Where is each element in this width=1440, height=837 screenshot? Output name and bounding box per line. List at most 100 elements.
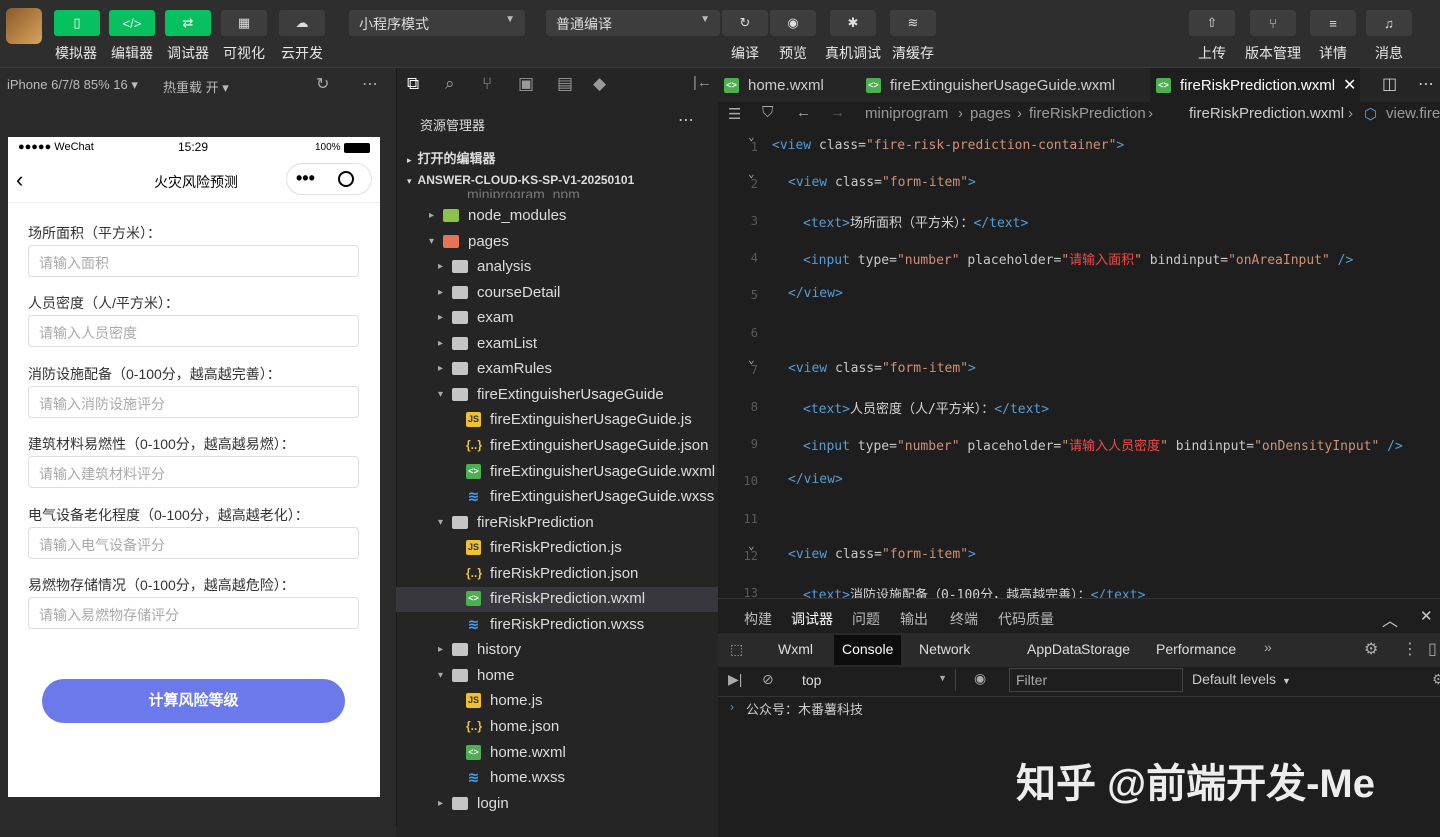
open-editors-section[interactable]: ▸ 打开的编辑器 [407,148,496,167]
list-icon[interactable]: ☰ [728,105,741,123]
tree-item[interactable]: ▸ login [438,791,509,816]
tab-firerisk-wxml[interactable]: <> fireRiskPrediction.wxml ✕ [1150,68,1360,102]
tree-item[interactable]: JS fireExtinguisherUsageGuide.js [462,407,692,432]
explorer-more-icon[interactable]: ⋯ [678,110,694,130]
upload-button[interactable]: ⇧ [1189,10,1235,36]
git-icon[interactable]: ⑂ [482,74,492,94]
material-input[interactable]: 请输入建筑材料评分 [28,456,359,488]
more-tabs-icon[interactable]: » [1256,633,1280,663]
remote-debug-button[interactable]: ✱ [830,10,876,36]
console-gear-icon[interactable]: ⚙ [1432,671,1440,688]
tab-home-wxml[interactable]: <> home.wxml [718,68,856,102]
mode-select[interactable]: 小程序模式 ▼ [349,10,525,36]
tree-item[interactable]: ≋ fireRiskPrediction.wxss [462,612,645,637]
tree-item[interactable]: ▸ courseDetail [438,280,560,305]
filter-input[interactable]: Filter [1009,668,1183,692]
simulator-toggle-button[interactable]: ▯ [54,10,100,36]
storage-input[interactable]: 请输入易燃物存储评分 [28,597,359,629]
tab-terminal[interactable]: 终端 [950,609,978,629]
breadcrumb-miniprogram[interactable]: miniprogram [865,105,948,122]
kebab-icon[interactable]: ⋮ [1402,639,1418,659]
cloud-button[interactable]: ☁ [279,10,325,36]
tree-item[interactable]: JS home.js [462,688,543,713]
back-arrow-icon[interactable]: ← [796,104,811,121]
bookmark-icon[interactable]: ⛉ [762,104,773,121]
device-select[interactable]: iPhone 6/7/8 85% 16 ▾ [7,77,138,93]
tree-item[interactable]: <> fireRiskPrediction.wxml [462,586,645,611]
compile-button[interactable]: ↻ [722,10,768,36]
storage-icon[interactable]: ▤ [557,74,573,94]
tree-item[interactable]: JS fireRiskPrediction.js [462,535,622,560]
editor-toggle-button[interactable]: </> [109,10,155,36]
context-select[interactable]: top ▼ [792,669,956,691]
collapse-icon[interactable]: |← [693,74,712,91]
tree-item[interactable]: ▸ analysis [438,254,531,279]
electric-input[interactable]: 请输入电气设备评分 [28,527,359,559]
preview-button[interactable]: ◉ [770,10,816,36]
tab-debugger[interactable]: 调试器 [791,609,833,635]
area-input[interactable]: 请输入面积 [28,245,359,277]
tree-item[interactable]: <> fireExtinguisherUsageGuide.wxml [462,459,715,484]
tab-network[interactable]: Network [911,635,978,665]
extensions-icon[interactable]: ▣ [518,74,534,94]
tree-item[interactable]: ▾ pages [429,229,509,254]
tab-console[interactable]: Console [834,635,902,665]
split-editor-icon[interactable]: ◫ [1382,74,1397,94]
tab-storage[interactable]: Storage [1073,635,1138,665]
tree-item[interactable]: <> home.wxml [462,740,566,765]
tree-item[interactable]: ≋ fireExtinguisherUsageGuide.wxss [462,484,715,509]
close-circle-icon[interactable] [338,171,354,187]
debugger-toggle-button[interactable]: ⇄ [165,10,211,36]
tree-item[interactable]: ▸ node_modules [429,203,566,228]
code-editor[interactable]: ⌄ ⌄ ⌄ ⌄ 1 2 3 4 5 6 7 8 9 10 11 12 13 <v… [718,128,1440,598]
calculate-button[interactable]: 计算风险等级 [42,679,345,723]
inspect-icon[interactable]: ⬚ [730,641,743,658]
tab-performance[interactable]: Performance [1148,635,1244,665]
tree-item[interactable]: {..} fireRiskPrediction.json [462,561,638,586]
tree-item[interactable]: ≋ home.wxss [462,765,565,790]
search-icon[interactable]: ⌕ [445,74,455,94]
facility-input[interactable]: 请输入消防设施评分 [28,386,359,418]
tree-item[interactable]: ▸ examRules [438,356,552,381]
app-avatar[interactable] [6,8,42,44]
capsule-menu[interactable]: ••• [286,163,372,195]
breadcrumb-pages[interactable]: pages [970,105,1011,122]
tree-item[interactable]: ▸ history [438,637,521,662]
sidebar-toggle-icon[interactable]: ▶| [728,671,742,688]
clear-cache-button[interactable]: ≋ [890,10,936,36]
tab-build[interactable]: 构建 [744,609,772,629]
eye-icon[interactable]: ◉ [974,670,986,687]
gear-icon[interactable]: ⚙ [1364,639,1378,659]
levels-select[interactable]: Default levels ▼ [1192,671,1291,687]
back-icon[interactable]: ‹ [16,167,23,193]
visual-button[interactable]: ▦ [221,10,267,36]
tree-item[interactable]: {..} home.json [462,714,559,739]
more-icon[interactable]: ⋯ [362,74,378,94]
close-icon[interactable]: ✕ [1343,75,1356,95]
details-button[interactable]: ≡ [1310,10,1356,36]
chevron-up-icon[interactable]: ︿ [1382,607,1398,631]
tree-item[interactable]: ▾ fireExtinguisherUsageGuide [438,382,664,407]
tree-item[interactable]: ▾ fireRiskPrediction [438,510,594,535]
messages-button[interactable]: ♫ [1366,10,1412,36]
close-icon[interactable]: ✕ [1420,607,1433,625]
breadcrumb-file[interactable]: fireRiskPrediction.wxml [1189,105,1344,122]
clear-console-icon[interactable]: ⊘ [762,671,774,688]
mobile-icon[interactable]: ▯ [1428,639,1437,659]
breadcrumb-element[interactable]: view.fire [1386,105,1440,122]
breadcrumb-folder[interactable]: fireRiskPrediction [1029,105,1146,122]
version-button[interactable]: ⑂ [1250,10,1296,36]
tree-item[interactable]: ▾ home [438,663,515,688]
tab-wxml[interactable]: Wxml [770,635,821,665]
compile-select[interactable]: 普通编译 ▼ [546,10,720,36]
tab-code-quality[interactable]: 代码质量 [998,609,1054,629]
project-section[interactable]: ▾ ANSWER-CLOUD-KS-SP-V1-20250101 [407,173,634,187]
more-dots-icon[interactable]: ••• [296,168,315,189]
rotate-icon[interactable]: ↻ [316,74,329,94]
tab-problems[interactable]: 问题 [852,609,880,629]
density-input[interactable]: 请输入人员密度 [28,315,359,347]
tab-output[interactable]: 输出 [900,609,928,629]
tree-item[interactable]: ▸ examList [438,331,537,356]
forward-arrow-icon[interactable]: → [830,104,845,121]
tab-fireextinguisher-wxml[interactable]: <> fireExtinguisherUsageGuide.wxml [860,68,1146,102]
